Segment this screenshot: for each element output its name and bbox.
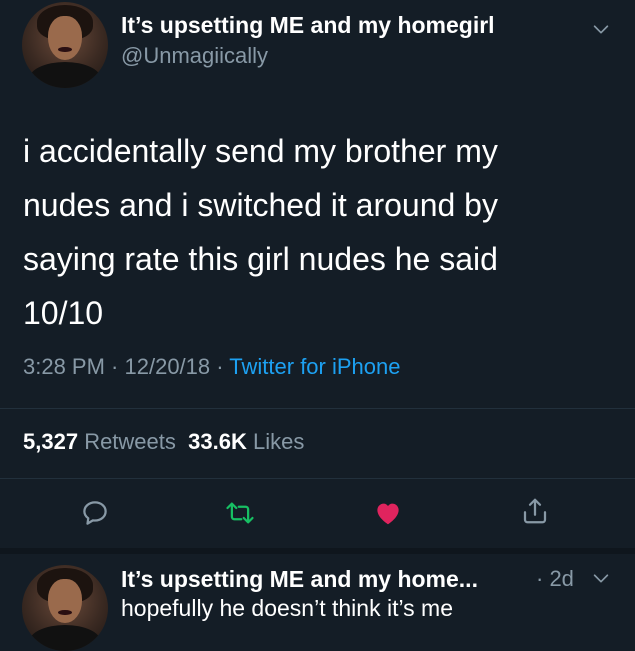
likes-label: Likes bbox=[252, 429, 305, 454]
divider bbox=[0, 408, 635, 409]
reply-author-display-name[interactable]: It’s upsetting ME and my home... bbox=[121, 566, 478, 593]
tweet-detail: It’s upsetting ME and my homegirl @Unmag… bbox=[0, 0, 635, 651]
chevron-down-icon[interactable] bbox=[590, 567, 612, 589]
tweet-text-line: nudes and i switched it around by bbox=[23, 187, 498, 223]
tweet-stats: 5,327 Retweets 33.6K Likes bbox=[23, 429, 304, 455]
author-handle[interactable]: @Unmagiically bbox=[121, 43, 268, 69]
reply-avatar[interactable] bbox=[22, 565, 108, 651]
share-icon[interactable] bbox=[520, 496, 550, 526]
meta-separator: · bbox=[210, 354, 230, 379]
tweet-time: 3:28 PM bbox=[23, 354, 105, 379]
chevron-down-icon[interactable] bbox=[590, 18, 612, 40]
tweet-date: 12/20/18 bbox=[124, 354, 211, 379]
author-display-name[interactable]: It’s upsetting ME and my homegirl bbox=[121, 12, 495, 39]
meta-separator: · bbox=[104, 354, 125, 379]
divider bbox=[0, 478, 635, 479]
tweet-text-line: saying rate this girl nudes he said bbox=[23, 241, 498, 277]
avatar[interactable] bbox=[22, 2, 108, 88]
retweets-count: 5,327 bbox=[23, 429, 79, 454]
tweet-source-link[interactable]: Twitter for iPhone bbox=[229, 354, 400, 379]
likes-stat[interactable]: 33.6K Likes bbox=[188, 429, 304, 454]
tweet-text-line: 10/10 bbox=[23, 295, 104, 331]
tweet-text: i accidentally send my brother my nudes … bbox=[23, 124, 583, 340]
tweet-text-line: i accidentally send my brother my bbox=[23, 133, 498, 169]
heart-icon[interactable] bbox=[373, 498, 403, 528]
retweets-label: Retweets bbox=[84, 429, 176, 454]
reply-icon[interactable] bbox=[80, 498, 110, 528]
reply-text: hopefully he doesn’t think it’s me bbox=[121, 595, 453, 621]
retweet-icon[interactable] bbox=[225, 498, 255, 528]
section-separator bbox=[0, 548, 635, 554]
reply-timestamp[interactable]: · 2d bbox=[536, 566, 574, 592]
tweet-metadata: 3:28 PM · 12/20/18 · Twitter for iPhone bbox=[23, 354, 400, 380]
retweets-stat[interactable]: 5,327 Retweets bbox=[23, 429, 176, 454]
likes-count: 33.6K bbox=[188, 429, 247, 454]
